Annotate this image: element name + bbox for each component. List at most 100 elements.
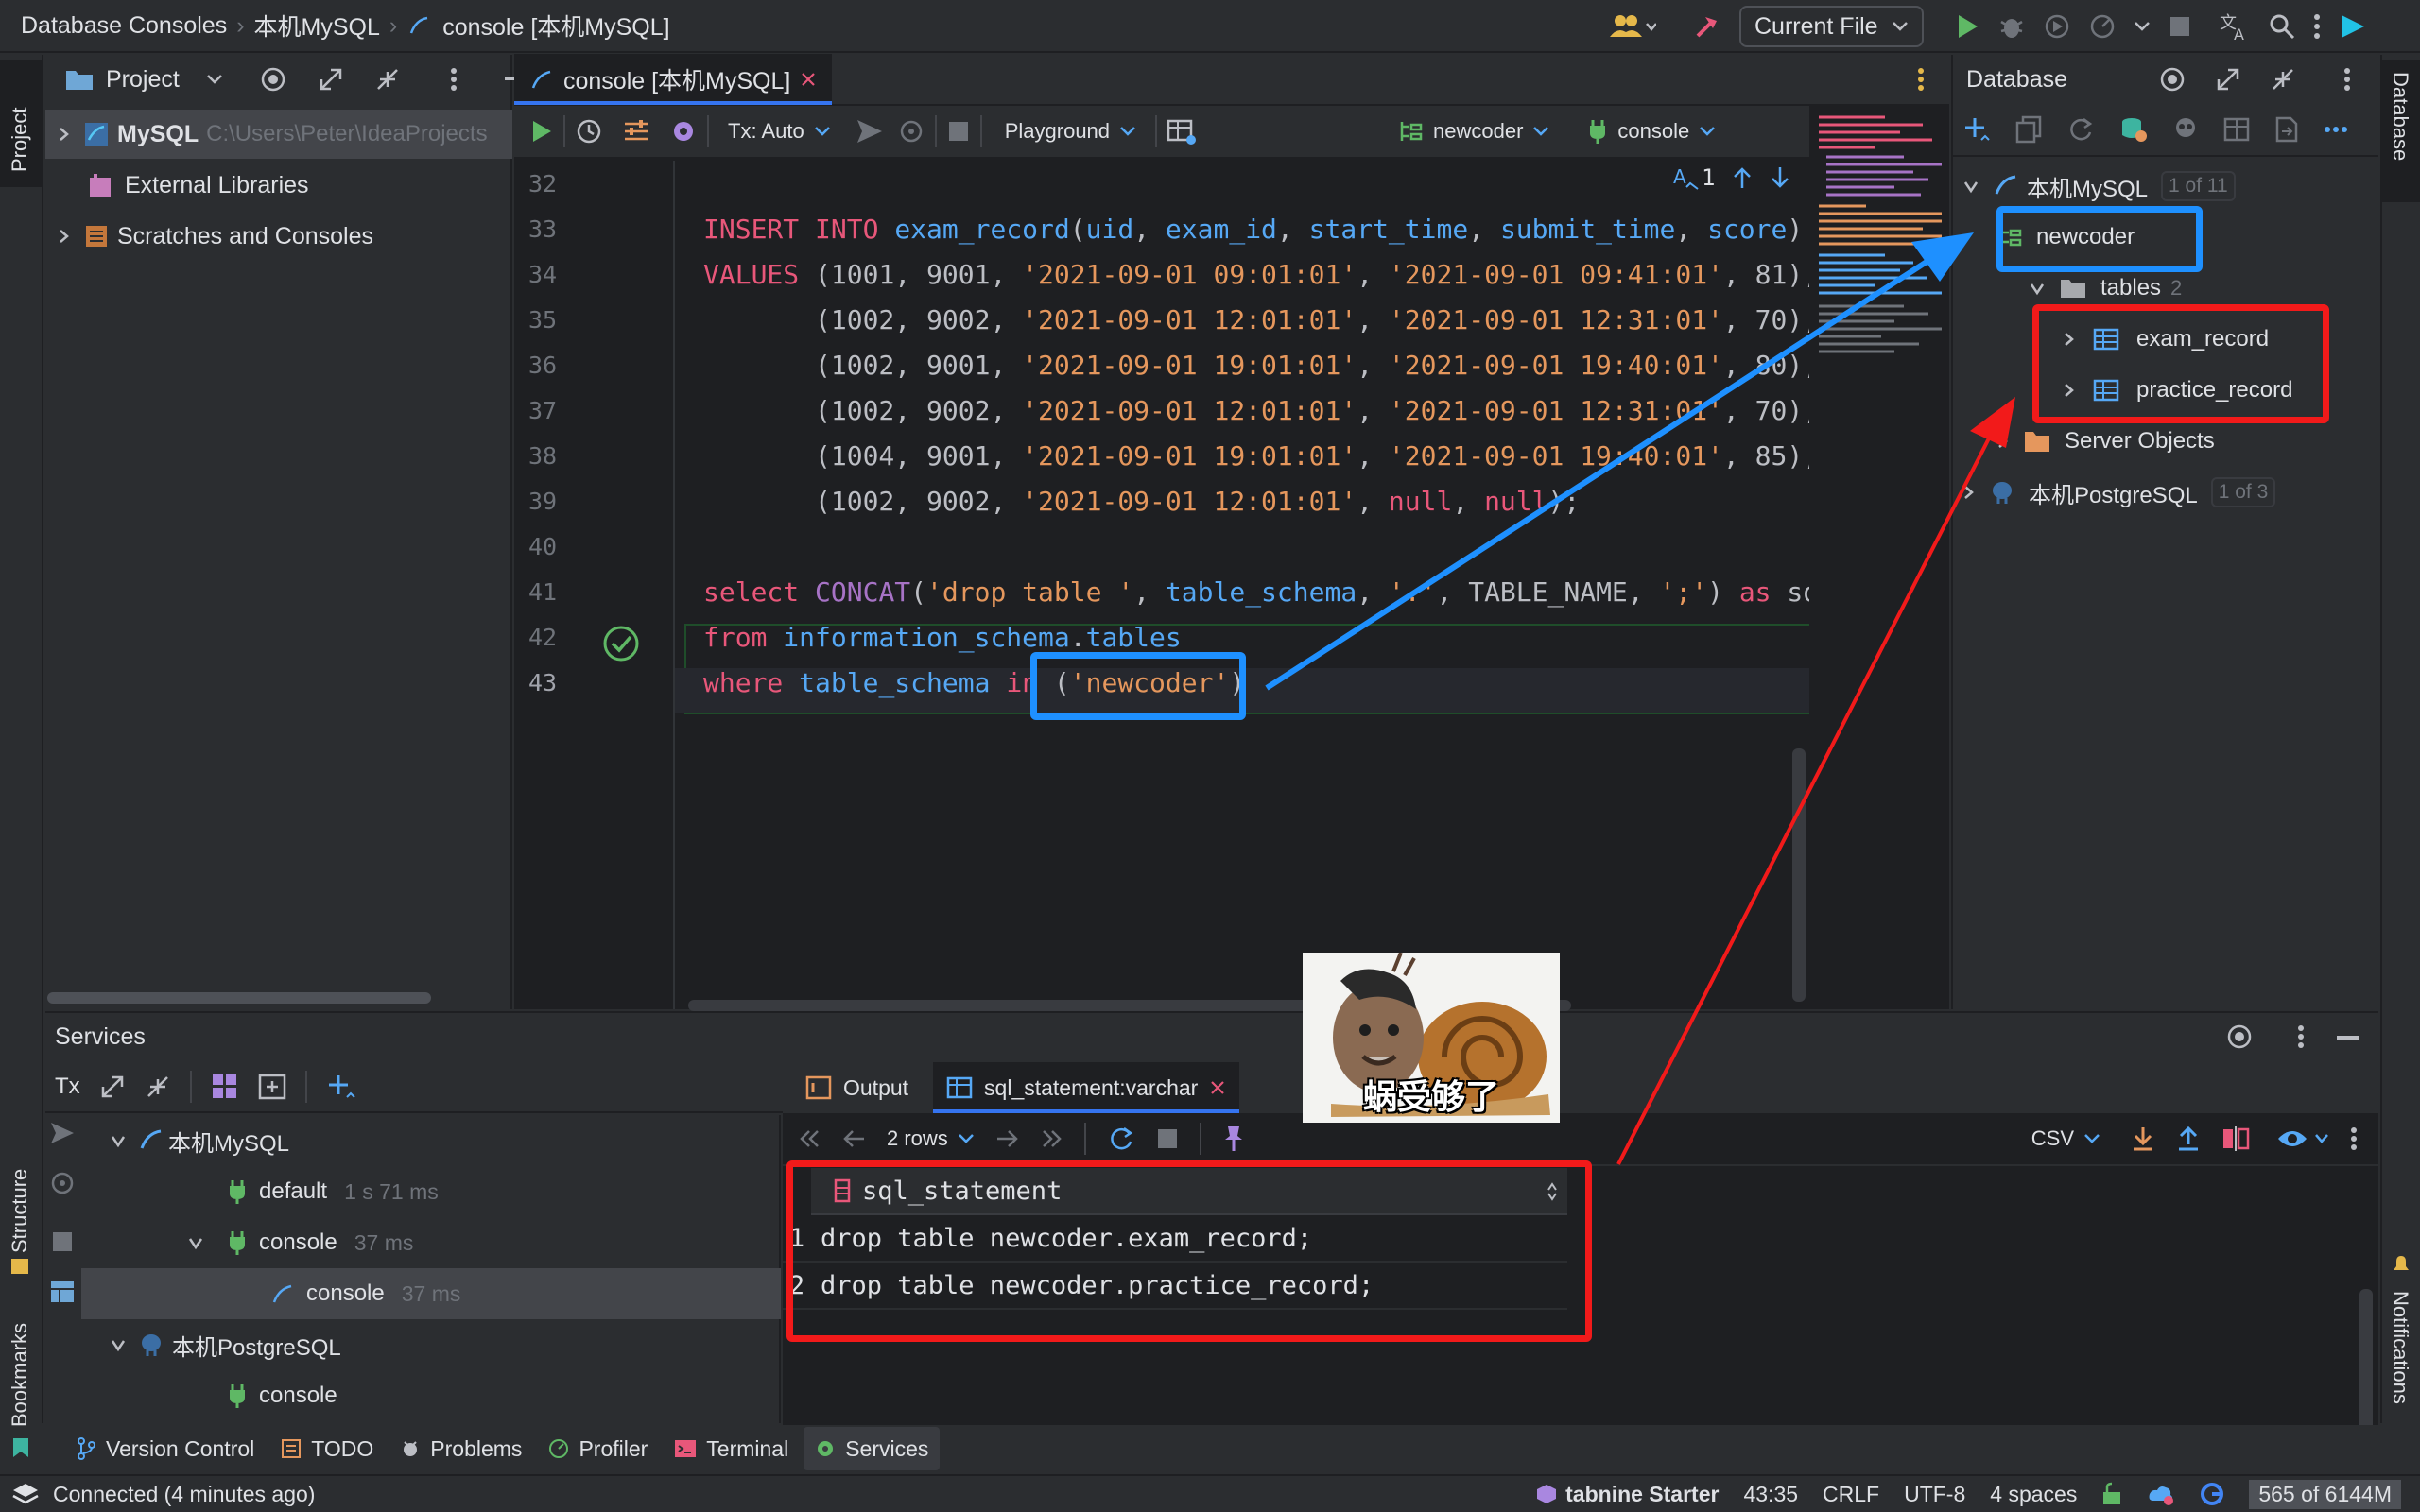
collapse-all-icon[interactable] <box>2270 66 2296 93</box>
tab-services[interactable]: Services <box>804 1427 941 1470</box>
group-by-icon[interactable] <box>211 1073 239 1101</box>
stop-icon[interactable] <box>946 119 971 144</box>
view-eye-icon[interactable] <box>2276 1127 2308 1150</box>
translate-icon[interactable]: 文A <box>2219 11 2251 42</box>
settings-sliders-icon[interactable] <box>622 118 650 145</box>
breadcrumb-item[interactable]: Database Consoles <box>21 12 227 40</box>
more-horizontal-icon[interactable] <box>2324 126 2348 133</box>
pin-icon[interactable] <box>1222 1125 1245 1153</box>
rollback-icon[interactable] <box>49 1170 76 1196</box>
breadcrumb-item[interactable]: console [本机MySQL] <box>442 9 669 43</box>
users-icon[interactable] <box>1607 12 1656 41</box>
code-line[interactable]: 33 INSERT INTO exam_record(uid, exam_id, … <box>514 206 1809 251</box>
schema-selector[interactable]: newcoder <box>1399 119 1549 144</box>
history-icon[interactable] <box>575 117 603 146</box>
stop-icon[interactable] <box>51 1230 74 1253</box>
code-editor[interactable]: 32 33 INSERT INTO exam_record(uid, exam_id… <box>514 161 1809 1011</box>
services-node-postgresql[interactable]: 本机PostgreSQL <box>98 1319 781 1370</box>
stop-icon[interactable] <box>1156 1127 1179 1150</box>
chevron-down-icon[interactable] <box>2029 280 2046 297</box>
download-icon[interactable] <box>2131 1125 2155 1152</box>
expand-all-icon[interactable] <box>2215 66 2241 93</box>
strip-structure[interactable]: Structure <box>0 1094 42 1283</box>
services-node-pg-console[interactable]: console <box>98 1370 781 1421</box>
gear-icon[interactable] <box>669 117 698 146</box>
playground-dropdown[interactable]: Playground <box>1005 119 1136 144</box>
tab-terminal[interactable]: Terminal <box>663 1427 800 1470</box>
memory-indicator[interactable]: 565 of 6144M <box>2249 1479 2401 1509</box>
locate-icon[interactable] <box>259 65 287 94</box>
disconnect-icon[interactable] <box>2172 116 2199 143</box>
table-editor-icon[interactable] <box>2223 117 2250 142</box>
services-node-console[interactable]: console 37 ms <box>98 1217 781 1268</box>
chevron-right-icon[interactable] <box>1962 485 1976 500</box>
run-icon[interactable] <box>1954 12 1980 41</box>
more-vertical-icon[interactable] <box>450 67 458 92</box>
prev-page-icon[interactable] <box>841 1127 866 1150</box>
more-vertical-icon[interactable] <box>1917 67 1925 92</box>
project-title[interactable]: Project <box>106 66 180 94</box>
editor-vertical-scrollbar[interactable] <box>1792 748 1806 1002</box>
table-view-icon[interactable] <box>1167 117 1197 146</box>
chevron-down-icon[interactable] <box>187 1234 204 1251</box>
code-line[interactable]: 36 (1002, 9001, '2021-09-01 19:01:01', '… <box>514 342 1809 387</box>
tab-todo[interactable]: TODO <box>269 1427 385 1470</box>
lock-icon[interactable] <box>2101 1482 2122 1506</box>
last-page-icon[interactable] <box>1041 1129 1063 1148</box>
project-tree-item-scratches[interactable]: Scratches and Consoles <box>45 212 512 261</box>
chevron-down-icon[interactable] <box>206 73 223 86</box>
collapse-all-icon[interactable] <box>145 1074 171 1100</box>
more-vertical-icon[interactable] <box>2313 13 2321 40</box>
chevron-down-icon[interactable] <box>110 1132 127 1149</box>
arrow-down-icon[interactable] <box>1770 165 1790 190</box>
db-tree-mysql[interactable]: 本机MySQL 1 of 11 <box>1953 163 2236 210</box>
profile-icon[interactable] <box>2088 12 2117 41</box>
coverage-icon[interactable] <box>2043 12 2071 41</box>
chevron-down-icon[interactable] <box>110 1336 127 1353</box>
export-format-dropdown[interactable]: CSV <box>2031 1126 2100 1151</box>
run-config-dropdown[interactable]: Current File <box>1739 6 1924 47</box>
next-page-icon[interactable] <box>995 1127 1020 1150</box>
tab-sql-statement[interactable]: sql_statement:varchar <box>933 1062 1240 1113</box>
cloud-settings-icon[interactable] <box>2147 1482 2175 1506</box>
expand-all-icon[interactable] <box>99 1074 126 1100</box>
rows-dropdown[interactable]: 2 rows <box>887 1126 975 1151</box>
strip-notifications[interactable]: Notifications <box>2382 1246 2420 1463</box>
execution-success-icon[interactable] <box>601 624 641 663</box>
code-line[interactable]: 32 <box>514 161 1809 206</box>
google-icon[interactable] <box>2200 1482 2224 1506</box>
tab-version-control[interactable]: Version Control <box>64 1427 266 1470</box>
submit-icon[interactable] <box>856 118 884 145</box>
chevron-right-icon[interactable] <box>1996 434 2010 449</box>
build-hammer-icon[interactable] <box>1692 11 1722 42</box>
breadcrumb-item[interactable]: 本机MySQL <box>254 9 380 43</box>
line-separator[interactable]: CRLF <box>1823 1482 1879 1507</box>
db-tree-postgresql[interactable]: 本机PostgreSQL 1 of 3 <box>1962 469 2276 516</box>
duplicate-icon[interactable] <box>2015 115 2042 144</box>
chevron-down-icon[interactable] <box>1962 178 1979 195</box>
editor-tab[interactable]: console [本机MySQL] <box>514 54 833 105</box>
code-line[interactable]: 34 VALUES (1001, 9001, '2021-09-01 09:01:… <box>514 251 1809 297</box>
code-line[interactable]: 39 (1002, 9002, '2021-09-01 12:01:01', n… <box>514 478 1809 524</box>
minimize-icon[interactable] <box>2337 1036 2360 1041</box>
new-session-icon[interactable] <box>258 1074 286 1100</box>
chevron-right-icon[interactable] <box>53 127 76 142</box>
services-tx-label[interactable]: Tx <box>55 1074 80 1100</box>
connection-status[interactable]: Connected (4 minutes ago) <box>53 1482 315 1507</box>
services-node-mysql[interactable]: 本机MySQL <box>98 1115 781 1166</box>
tx-mode-dropdown[interactable]: Tx: Auto <box>728 119 831 144</box>
tab-problems[interactable]: Problems <box>389 1427 533 1470</box>
session-selector[interactable]: console <box>1587 118 1716 145</box>
eye-chevron-icon[interactable] <box>2314 1132 2329 1145</box>
rollback-icon[interactable] <box>897 117 925 146</box>
horizontal-scrollbar[interactable] <box>47 992 431 1004</box>
add-service-icon[interactable] <box>326 1073 356 1101</box>
reload-icon[interactable] <box>1107 1125 1135 1153</box>
debug-icon[interactable] <box>1997 12 2026 41</box>
locate-icon[interactable] <box>2225 1022 2254 1051</box>
strip-bookmarks[interactable]: Bookmarks <box>0 1302 42 1472</box>
project-tree-item-libraries[interactable]: External Libraries <box>45 161 512 210</box>
locate-icon[interactable] <box>2158 65 2187 94</box>
db-tree-server-objects[interactable]: Server Objects <box>1996 418 2215 465</box>
data-source-properties-icon[interactable] <box>2119 115 2148 144</box>
